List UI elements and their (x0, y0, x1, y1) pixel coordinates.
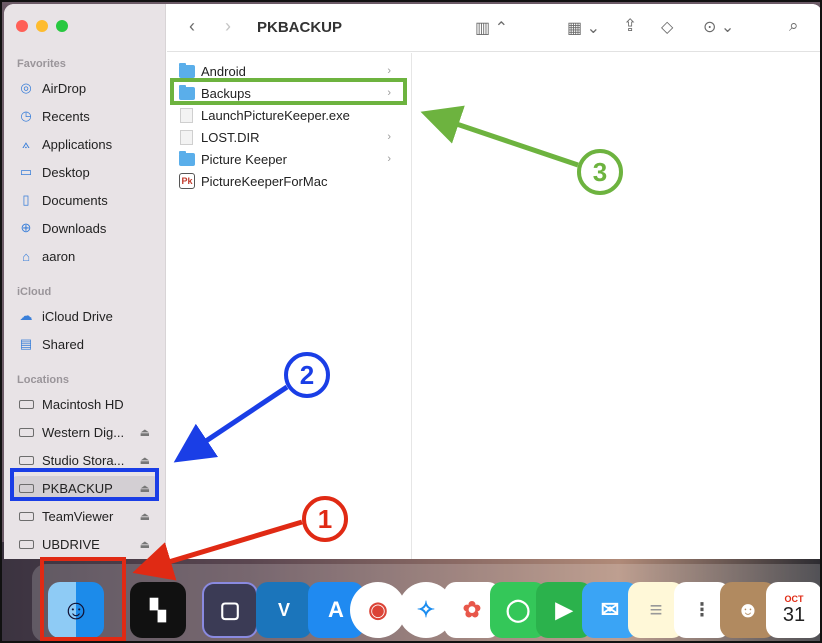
step2-arrow (173, 384, 289, 463)
step3-arrow (420, 105, 579, 168)
step2-badge: 2 (284, 352, 330, 398)
annotation-arrows (132, 105, 579, 581)
screenshot-frame: Favorites ◎ AirDrop ◷ Recents ⟑ Application… (0, 0, 822, 643)
step1-arrow (132, 519, 303, 581)
step1-badge: 1 (302, 496, 348, 542)
step3-badge: 3 (577, 149, 623, 195)
